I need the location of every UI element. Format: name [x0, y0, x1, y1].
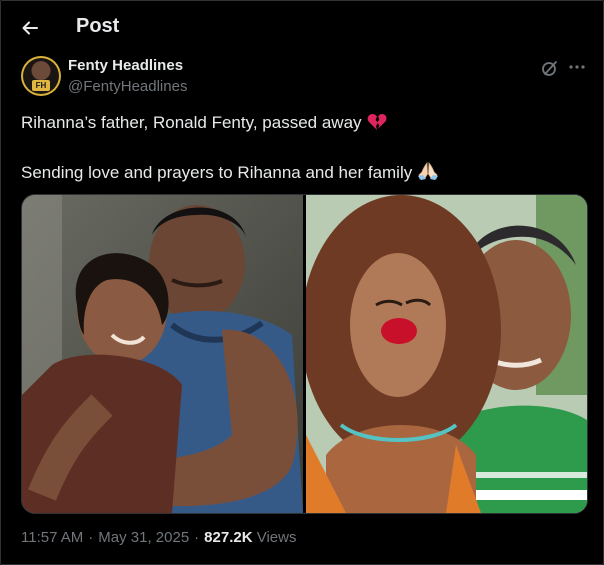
post-meta: 11:57 AM · May 31, 2025 · 827.2K Views	[21, 529, 296, 546]
photo-right-image	[301, 195, 587, 513]
photo-left-image	[22, 195, 303, 513]
meta-separator: ·	[88, 529, 94, 546]
back-arrow-icon	[22, 21, 38, 35]
post-header: Post	[0, 0, 604, 52]
grok-button[interactable]	[540, 58, 560, 78]
photo-left[interactable]	[22, 195, 303, 513]
tweet-text-line2-content: Sending love and prayers to Rihanna and …	[21, 163, 413, 182]
broken-heart-icon	[367, 113, 387, 136]
author-name[interactable]: Fenty Headlines	[68, 57, 183, 74]
views-count: 827.2K	[204, 529, 253, 546]
author-avatar[interactable]: FH	[21, 56, 61, 96]
post-time[interactable]: 11:57 AM	[21, 529, 83, 546]
grok-icon	[542, 61, 557, 76]
back-button[interactable]	[16, 14, 44, 42]
photo-right[interactable]	[301, 195, 587, 513]
tweet-text-line2: Sending love and prayers to Rihanna and …	[21, 161, 439, 186]
more-icon	[569, 65, 585, 69]
page-title: Post	[76, 15, 120, 37]
media-container	[21, 194, 588, 514]
tweet-text-line1-content: Rihanna’s father, Ronald Fenty, passed a…	[21, 113, 362, 132]
avatar-badge: FH	[32, 80, 50, 91]
folded-hands-icon	[417, 161, 439, 186]
post-date[interactable]: May 31, 2025	[98, 529, 189, 546]
author-handle[interactable]: @FentyHeadlines	[68, 78, 187, 95]
meta-separator: ·	[194, 529, 200, 546]
more-options-button[interactable]	[566, 58, 588, 78]
tweet-text-line1: Rihanna’s father, Ronald Fenty, passed a…	[21, 113, 387, 136]
views-label: Views	[256, 529, 297, 546]
